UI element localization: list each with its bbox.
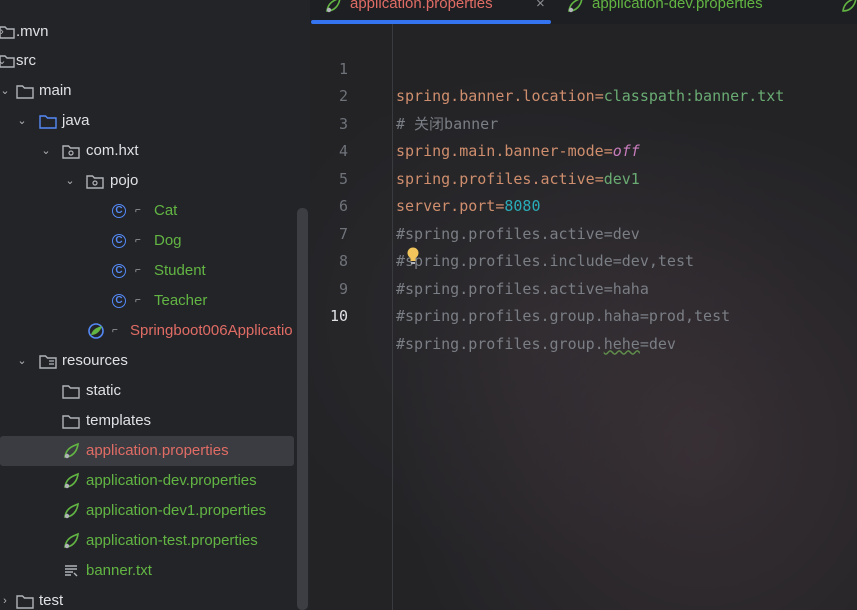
tree-item-label: banner.txt (86, 562, 152, 579)
tab-overflow[interactable] (840, 0, 857, 24)
code-line[interactable]: 5 server.port=8080 (310, 138, 857, 216)
class-icon: C (110, 196, 128, 226)
class-icon: C (110, 226, 128, 256)
spring-properties-icon (62, 526, 80, 556)
resources-folder-icon (39, 346, 57, 376)
tree-item-static[interactable]: static (0, 376, 294, 406)
tree-item-label: .mvn (16, 23, 49, 40)
tree-item-pojo[interactable]: ⌄ pojo (0, 166, 294, 196)
tree-item-label: test (39, 592, 64, 609)
chevron-down-icon[interactable]: ⌄ (16, 346, 28, 376)
tree-item-application-test-properties[interactable]: application-test.properties (0, 526, 294, 556)
vcs-added-icon: ⌐ (135, 265, 141, 276)
code-text: #spring.profiles.group.haha=prod,test (396, 307, 731, 325)
tree-item-resources[interactable]: ⌄ resources (0, 346, 294, 376)
tree-item-application-dev-properties[interactable]: application-dev.properties (0, 466, 294, 496)
code-line[interactable]: 7 #spring.profiles.include=dev,test (310, 193, 857, 271)
tree-item-label: application-dev1.properties (86, 502, 267, 519)
tree-item-banner-txt[interactable]: banner.txt (0, 556, 294, 586)
text-file-icon (62, 556, 80, 586)
tree-item-application-properties[interactable]: application.properties (0, 436, 294, 466)
tab-label: application-dev.properties (592, 0, 763, 12)
lightbulb-icon[interactable] (406, 247, 420, 265)
package-icon (62, 136, 80, 166)
chevron-down-icon[interactable]: ⌄ (64, 166, 76, 196)
vcs-added-icon: ⌐ (135, 235, 141, 246)
code-line[interactable]: 6 #spring.profiles.active=dev (310, 166, 857, 243)
close-icon[interactable]: × (536, 0, 545, 18)
spring-properties-icon (566, 0, 584, 24)
chevron-down-icon[interactable]: ⌄ (16, 106, 28, 136)
tree-item-label: application-dev.properties (86, 472, 257, 489)
tree-item-label: application.properties (86, 442, 229, 459)
tree-scrollbar[interactable] (297, 208, 308, 610)
folder-icon (0, 17, 16, 47)
tree-item-java[interactable]: ⌄ java (0, 106, 294, 136)
tree-item-src[interactable]: ⌄ src (0, 46, 294, 76)
tree-item-springboot-application[interactable]: ⌐ Springboot006Applicatio (0, 316, 294, 346)
class-icon: C (110, 286, 128, 316)
tree-item-cat[interactable]: C ⌐ Cat (0, 196, 294, 226)
tree-item-dog[interactable]: C ⌐ Dog (0, 226, 294, 256)
tree-item-label: main (39, 82, 72, 99)
code-text: #spring.profiles.group.hehe=dev (396, 334, 676, 353)
vcs-added-icon: ⌐ (135, 295, 141, 306)
tree-item-label: resources (62, 352, 128, 369)
tree-item-label: Dog (154, 232, 182, 249)
chevron-right-icon[interactable]: › (0, 586, 11, 610)
spring-properties-icon (62, 496, 80, 526)
source-folder-icon (39, 106, 57, 136)
package-icon (86, 166, 104, 196)
tree-item-label: Student (154, 262, 206, 279)
tree-item-teacher[interactable]: C ⌐ Teacher (0, 286, 294, 316)
spring-boot-class-icon (87, 316, 105, 346)
code-line-current[interactable]: 10 #spring.profiles.group.hehe=dev (310, 276, 857, 353)
tree-item-templates[interactable]: templates (0, 406, 294, 436)
tab-application-dev-properties[interactable]: application-dev.properties (566, 0, 826, 24)
folder-icon (62, 376, 80, 406)
tree-item-label: pojo (110, 172, 139, 189)
tree-item-mvn[interactable]: › .mvn (0, 17, 294, 47)
code-line[interactable]: 9 #spring.profiles.group.haha=prod,test (310, 248, 857, 326)
folder-icon (0, 46, 16, 76)
tree-item-label: static (86, 382, 122, 399)
code-line[interactable]: 3 spring.main.banner-mode=off (310, 83, 857, 161)
folder-icon (16, 586, 34, 610)
vcs-added-icon: ⌐ (112, 325, 118, 336)
tree-item-label: Cat (154, 202, 178, 219)
spring-properties-icon (62, 436, 80, 466)
tree-item-label: src (16, 52, 36, 69)
line-number: 10 (329, 307, 348, 325)
tree-item-label: Springboot006Applicatio (130, 322, 293, 339)
class-icon: C (110, 256, 128, 286)
code-line[interactable]: 4 spring.profiles.active=dev1 (310, 111, 857, 188)
spring-properties-icon (840, 0, 857, 24)
tree-item-label: templates (86, 412, 152, 429)
folder-icon (16, 76, 34, 106)
tree-item-application-dev1-properties[interactable]: application-dev1.properties (0, 496, 294, 526)
tab-label: application.properties (350, 0, 493, 12)
tree-item-label: java (62, 112, 90, 129)
tree-item-com-hxt[interactable]: ⌄ com.hxt (0, 136, 294, 166)
spring-properties-icon (62, 466, 80, 496)
project-tree: › .mvn ⌄ src ⌄ main ⌄ java ⌄ com.hxt ⌄ p… (0, 0, 310, 610)
tree-item-main[interactable]: ⌄ main (0, 76, 294, 106)
folder-icon (62, 406, 80, 436)
chevron-down-icon[interactable]: ⌄ (0, 76, 11, 106)
tree-item-student[interactable]: C ⌐ Student (0, 256, 294, 286)
tree-item-test[interactable]: › test (0, 586, 294, 610)
tree-item-label: Teacher (154, 292, 208, 309)
code-editor[interactable]: 1 spring.banner.location=classpath:banne… (310, 24, 857, 610)
chevron-down-icon[interactable]: ⌄ (40, 136, 52, 166)
vcs-added-icon: ⌐ (135, 205, 141, 216)
code-line[interactable]: 1 spring.banner.location=classpath:banne… (310, 28, 857, 106)
code-line[interactable]: 2 # 关闭banner (310, 56, 857, 133)
code-line[interactable]: 8 #spring.profiles.active=haha (310, 221, 857, 298)
tree-item-label: application-test.properties (86, 532, 258, 549)
tree-item-label: com.hxt (86, 142, 139, 159)
